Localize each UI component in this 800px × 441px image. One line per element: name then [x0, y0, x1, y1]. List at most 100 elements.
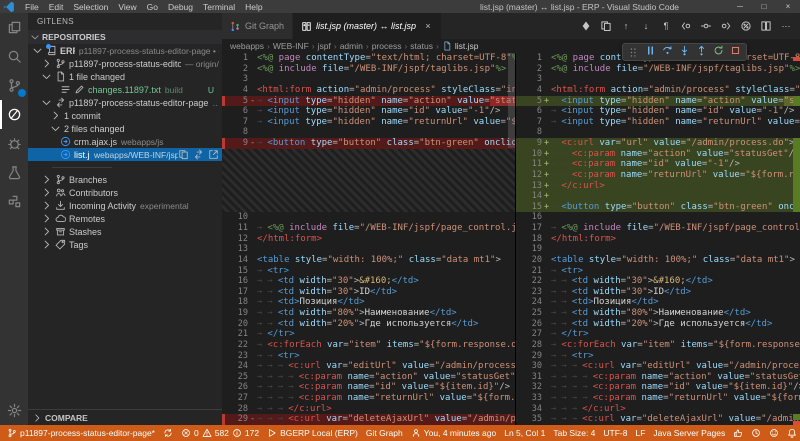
tree-item-branches[interactable]: Branches — [28, 173, 222, 186]
previous-change-icon[interactable]: ↑ — [620, 20, 632, 32]
breadcrumb-item-status[interactable]: status — [410, 41, 433, 51]
overview-ruler[interactable] — [793, 53, 800, 425]
scrollbar-thumb[interactable] — [508, 53, 515, 148]
activity-gitlens[interactable] — [0, 100, 28, 129]
restart-button[interactable] — [713, 43, 724, 61]
menu-file[interactable]: File — [20, 0, 44, 13]
maximize-button[interactable]: □ — [752, 0, 776, 13]
breadcrumb-item-webapps[interactable]: webapps — [230, 41, 264, 51]
step-out-button[interactable] — [696, 43, 707, 61]
copy-icon[interactable] — [178, 149, 189, 160]
person-icon — [411, 428, 421, 438]
menu-selection[interactable]: Selection — [68, 0, 113, 13]
menu-edit[interactable]: Edit — [44, 0, 69, 13]
activity-search[interactable] — [0, 42, 28, 71]
tree-item-1-file-changed[interactable]: 1 file changed — [28, 70, 222, 83]
code-content: →<%@ include file="/WEB-INF/jspf/page_co… — [257, 223, 515, 234]
status-sync[interactable] — [159, 425, 177, 441]
status-problems[interactable]: 0582172 — [177, 425, 263, 441]
open-changes-working-file-icon[interactable] — [700, 20, 712, 32]
activity-test[interactable] — [0, 158, 28, 187]
code-content: →<input type="hidden" name="action" valu… — [551, 96, 800, 107]
diff-original-pane[interactable]: 1<%@ page contentType="text/html; charse… — [222, 53, 516, 425]
menu-view[interactable]: View — [113, 0, 141, 13]
code-content: →→→→<c:param name="action" value="status… — [551, 372, 800, 383]
menu-go[interactable]: Go — [142, 0, 163, 13]
diff-modified-pane[interactable]: 1<%@ page contentType="text/html; charse… — [516, 53, 800, 425]
activity-extensions[interactable] — [0, 187, 28, 216]
breadcrumb-item-list-jsp[interactable]: list.jsp — [455, 41, 479, 51]
tree-item-remotes[interactable]: Remotes — [28, 212, 222, 225]
open-changes-next-revision-icon[interactable] — [720, 20, 732, 32]
diff-sign — [248, 287, 257, 298]
close-icon[interactable]: × — [423, 21, 433, 31]
code-content: →→<tr> — [551, 351, 800, 362]
breadcrumb-item-jspf[interactable]: jspf — [318, 41, 331, 51]
tab-git-graph[interactable]: Git Graph — [222, 13, 293, 39]
tree-item-p11897-process-status-editor-page[interactable]: p11897-process-status-editor-page— origi… — [28, 57, 222, 70]
menu-debug[interactable]: Debug — [163, 0, 198, 13]
next-change-icon[interactable]: ↓ — [640, 20, 652, 32]
tab-list-jsp-master-list-jsp[interactable]: list.jsp (master) ↔ list.jsp× — [293, 13, 442, 39]
status-cursor-position[interactable]: Ln 5, Col 1 — [500, 425, 549, 441]
tree-item-list-jsp[interactable]: list.jspwebapps/WEB-INF/jspf/admin/pr… — [28, 148, 222, 161]
activity-source-control[interactable] — [0, 71, 28, 100]
menu-help[interactable]: Help — [240, 0, 267, 13]
open-blame-icon[interactable] — [740, 20, 752, 32]
compare-section-header[interactable]: COMPARE — [28, 409, 222, 425]
activity-explorer[interactable] — [0, 13, 28, 42]
tree-item-tags[interactable]: Tags — [28, 238, 222, 251]
diff-sign — [248, 404, 257, 415]
split-editor-icon[interactable] — [760, 20, 772, 32]
incoming-icon — [55, 200, 66, 211]
status-eol[interactable]: LF — [632, 425, 650, 441]
breadcrumb-item-web-inf[interactable]: WEB-INF — [273, 41, 309, 51]
pause-button[interactable] — [645, 43, 656, 61]
breadcrumb-item-process[interactable]: process — [372, 41, 402, 51]
minimize-button[interactable]: ─ — [728, 0, 752, 13]
activity-manage[interactable] — [0, 396, 28, 425]
line-number: 19 — [222, 308, 248, 319]
status-git-graph[interactable]: Git Graph — [362, 425, 407, 441]
tree-item-erp[interactable]: ERPp11897-process-status-editor-page • +… — [28, 44, 222, 57]
code-content: →<input type="hidden" name="returnUrl" v… — [257, 117, 515, 128]
menu-terminal[interactable]: Terminal — [198, 0, 240, 13]
status-debug-launch[interactable]: BGERP Local (ERP) — [263, 425, 362, 441]
tree-item-incoming-activity[interactable]: Incoming Activityexperimental — [28, 199, 222, 212]
gitlens-diamond-icon[interactable] — [580, 20, 592, 32]
step-over-button[interactable] — [662, 43, 673, 61]
tree-item-1-commit[interactable]: 1 commit — [28, 109, 222, 122]
tree-item-stashes[interactable]: Stashes — [28, 225, 222, 238]
open-changes-prev-revision-icon[interactable] — [680, 20, 692, 32]
status-language-mode[interactable]: Java Server Pages — [649, 425, 729, 441]
status-timer[interactable] — [747, 425, 765, 441]
stop-button[interactable] — [730, 43, 741, 61]
step-into-button[interactable] — [679, 43, 690, 61]
tree-item-2-files-changed[interactable]: 2 files changed — [28, 122, 222, 135]
open-changes-icon[interactable] — [600, 20, 612, 32]
toggle-whitespace-icon[interactable]: ¶ — [660, 20, 672, 32]
code-line-modified-2: 2<%@ include file="/WEB-INF/jspf/taglibs… — [516, 64, 800, 75]
activity-debug[interactable] — [0, 129, 28, 158]
breadcrumb-item-admin[interactable]: admin — [340, 41, 363, 51]
status-notifications[interactable] — [783, 425, 800, 441]
tree-item-contributors[interactable]: Contributors — [28, 186, 222, 199]
repositories-section-header[interactable]: REPOSITORIES — [28, 30, 222, 44]
status-blame-annotation[interactable]: You, 4 minutes ago — [407, 425, 500, 441]
warning-marker — [793, 57, 800, 61]
external-icon[interactable] — [208, 149, 219, 160]
more-actions-icon[interactable]: ⋯ — [780, 20, 792, 32]
status-tab-size[interactable]: Tab Size: 4 — [549, 425, 599, 441]
grip-icon[interactable] — [628, 47, 639, 58]
line-number: 21 — [516, 266, 542, 277]
status-branch[interactable]: p11897-process-status-editor-page* — [3, 425, 159, 441]
close-button[interactable]: × — [776, 0, 800, 13]
tree-item-crm-ajax-js[interactable]: crm.ajax.jswebapps/js — [28, 135, 222, 148]
status-feedback[interactable] — [729, 425, 747, 441]
code-content: →→→<c:url var="editUrl" value="/admin/pr… — [551, 361, 800, 372]
status-encoding[interactable]: UTF-8 — [599, 425, 631, 441]
compare-icon[interactable] — [193, 149, 204, 160]
tree-item-changes-11897-txt[interactable]: changes.11897.txtbuildU — [28, 83, 222, 96]
status-smiley[interactable] — [765, 425, 783, 441]
tree-item-p11897-process-status-editor-page-working[interactable]: p11897-process-status-editor-page (worki… — [28, 96, 222, 109]
